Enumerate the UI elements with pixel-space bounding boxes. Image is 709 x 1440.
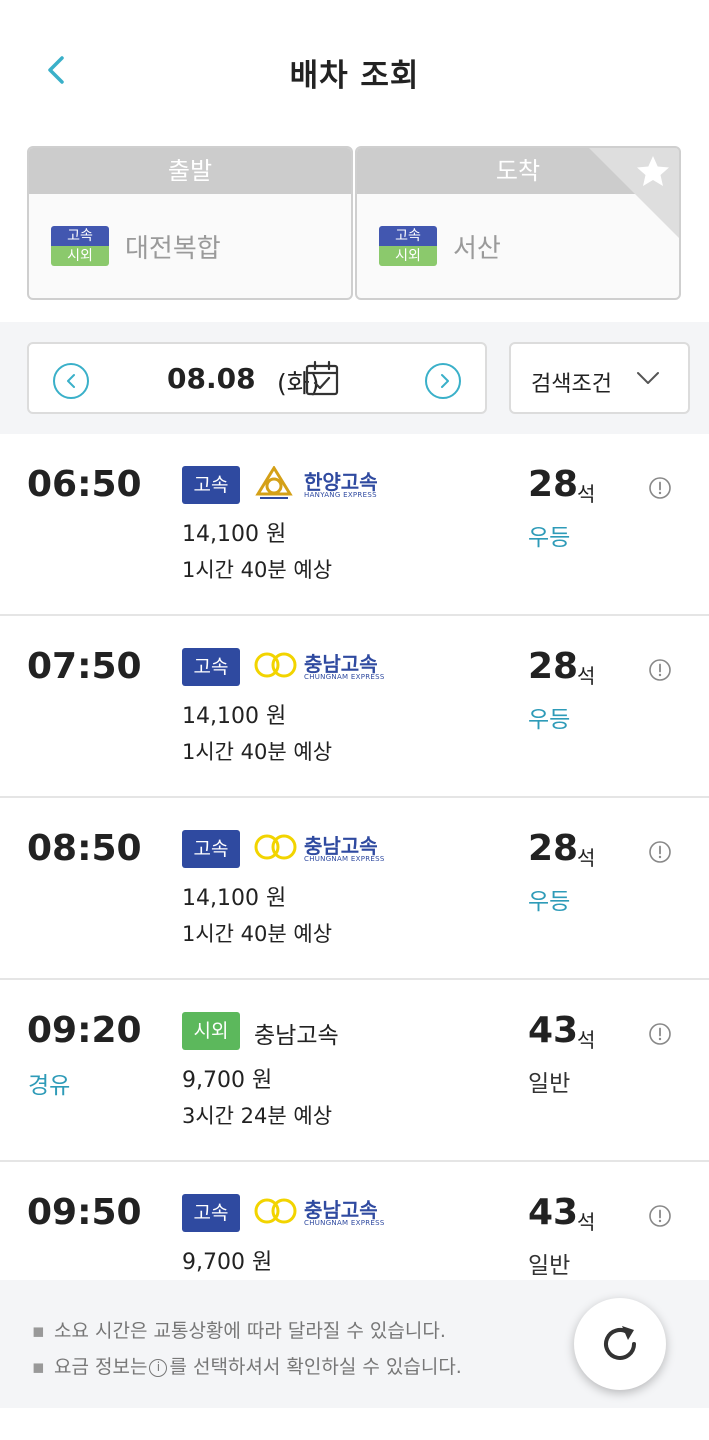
departure-time: 07:50	[27, 646, 142, 687]
note-duration: ▪ 소요 시간은 교통상황에 따라 달라질 수 있습니다.	[32, 1320, 446, 1342]
company-logo: 충남고속 CHUNGNAM EXPRESS	[254, 830, 384, 864]
bus-row[interactable]: 08:50 고속 충남고속 CHUNGNAM EXPRESS 14,100 원 …	[0, 798, 709, 980]
next-date-button[interactable]	[425, 363, 461, 399]
departure-card[interactable]: 출발 고속 시외 대전복합	[27, 146, 353, 300]
arrival-card[interactable]: 도착 고속 시외 서산	[355, 146, 681, 300]
info-icon[interactable]	[648, 840, 672, 864]
info-icon: i	[149, 1358, 168, 1377]
fare: 9,700 원	[182, 1250, 273, 1275]
calendar-icon[interactable]	[305, 360, 339, 396]
date-filter-bar: 08.08 (화) 검색조건	[0, 322, 709, 434]
info-icon[interactable]	[648, 1204, 672, 1228]
refresh-button[interactable]	[574, 1298, 666, 1390]
bus-grade: 우등	[528, 707, 571, 733]
seat-unit: 석	[577, 482, 596, 506]
duration: 1시간 40분 예상	[182, 922, 333, 946]
bus-row[interactable]: 09:20 경유 시외 충남고속 9,700 원 3시간 24분 예상 43 석…	[0, 980, 709, 1162]
date-selector: 08.08 (화)	[27, 342, 487, 414]
chevron-right-icon	[441, 374, 449, 388]
departure-label: 출발	[29, 148, 351, 194]
departure-time: 08:50	[27, 828, 142, 869]
info-icon[interactable]	[648, 476, 672, 500]
refresh-icon	[604, 1326, 636, 1360]
fare: 14,100 원	[182, 522, 287, 547]
bus-list: 06:50 고속 한양고속 HANYANG EXPRESS 14,100 원 1…	[0, 434, 709, 1280]
prev-date-button[interactable]	[53, 363, 89, 399]
note-fare: ▪ 요금 정보는 i 를 선택하셔서 확인하실 수 있습니다.	[32, 1356, 462, 1378]
bus-grade: 우등	[528, 889, 571, 915]
selected-date: 08.08	[167, 362, 256, 395]
arrival-terminal: 서산	[453, 234, 501, 264]
via-label: 경유	[28, 1073, 71, 1099]
bus-type-tag: 고속 시외	[51, 226, 109, 266]
bus-grade: 일반	[528, 1071, 571, 1097]
company-logo: 충남고속 CHUNGNAM EXPRESS	[254, 1194, 384, 1228]
chungnam-emblem-icon	[254, 834, 297, 860]
duration: 1시간 40분 예상	[182, 558, 333, 582]
bus-type-badge: 고속	[182, 1194, 240, 1232]
bus-type-badge: 고속	[182, 648, 240, 686]
search-filter-dropdown[interactable]: 검색조건	[509, 342, 690, 414]
seat-unit: 석	[577, 1028, 596, 1052]
seat-count: 28	[528, 646, 579, 687]
fare: 9,700 원	[182, 1068, 273, 1093]
filter-label: 검색조건	[531, 372, 612, 397]
seat-count: 28	[528, 464, 579, 505]
fare: 14,100 원	[182, 886, 287, 911]
hanyang-emblem-icon	[255, 466, 293, 499]
bus-type-tag: 고속 시외	[379, 226, 437, 266]
app-header: 배차 조회	[0, 0, 709, 122]
departure-time: 09:20	[27, 1010, 142, 1051]
company-logo: 충남고속 CHUNGNAM EXPRESS	[254, 648, 384, 682]
seat-count: 43	[528, 1010, 579, 1051]
company-name: 충남고속	[254, 1023, 339, 1049]
bus-grade: 우등	[528, 525, 571, 551]
seat-unit: 석	[577, 1210, 596, 1234]
chungnam-emblem-icon	[254, 1198, 297, 1224]
chungnam-emblem-icon	[254, 652, 297, 678]
bus-row[interactable]: 06:50 고속 한양고속 HANYANG EXPRESS 14,100 원 1…	[0, 434, 709, 616]
bus-type-badge: 고속	[182, 830, 240, 868]
info-icon[interactable]	[648, 658, 672, 682]
duration: 3시간 24분 예상	[182, 1104, 333, 1128]
departure-terminal: 대전복합	[125, 234, 221, 264]
info-icon[interactable]	[648, 1022, 672, 1046]
duration: 1시간 40분 예상	[182, 740, 333, 764]
chevron-down-icon	[637, 372, 659, 384]
bus-grade: 일반	[528, 1253, 571, 1279]
fare: 14,100 원	[182, 704, 287, 729]
seat-count: 28	[528, 828, 579, 869]
bus-type-badge: 고속	[182, 466, 240, 504]
seat-count: 43	[528, 1192, 579, 1233]
chevron-left-icon	[67, 374, 75, 388]
seat-unit: 석	[577, 846, 596, 870]
bottom-spacer	[0, 1408, 709, 1440]
bus-type-badge: 시외	[182, 1012, 240, 1050]
seat-unit: 석	[577, 664, 596, 688]
bus-row[interactable]: 07:50 고속 충남고속 CHUNGNAM EXPRESS 14,100 원 …	[0, 616, 709, 798]
bus-row[interactable]: 09:50 고속 충남고속 CHUNGNAM EXPRESS 9,700 원 4…	[0, 1162, 709, 1280]
page-title: 배차 조회	[289, 58, 420, 94]
departure-time: 06:50	[27, 464, 142, 505]
company-logo: 한양고속 HANYANG EXPRESS	[254, 466, 384, 500]
route-section: 출발 고속 시외 대전복합 도착 고속 시외 서산	[0, 122, 709, 322]
favorite-button[interactable]	[589, 148, 679, 238]
departure-time: 09:50	[27, 1192, 142, 1233]
